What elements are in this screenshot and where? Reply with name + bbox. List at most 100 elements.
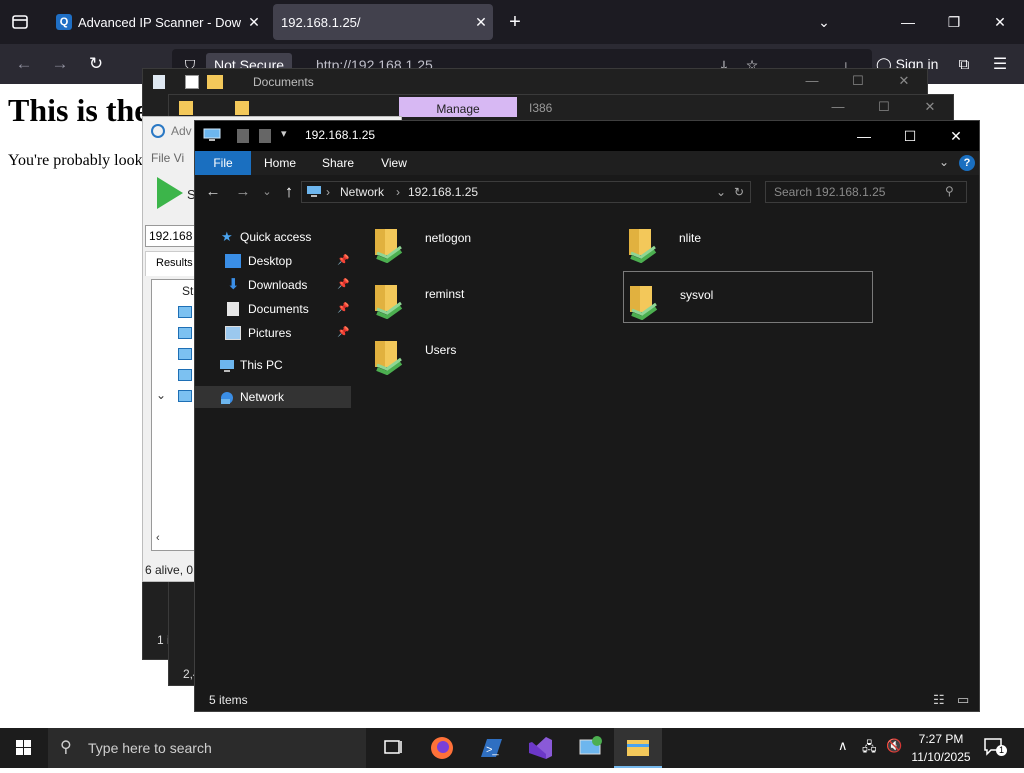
scan-button[interactable] <box>149 173 191 213</box>
taskbar-search[interactable]: ⚲ Type here to search <box>48 728 366 768</box>
new-folder-icon[interactable] <box>259 129 271 143</box>
address-box[interactable]: › Network › 192.168.1.25 ⌄ ↻ <box>301 181 751 203</box>
explorer-window[interactable]: ▾ 192.168.1.25 — ☐ ✕ File Home Share Vie… <box>194 120 980 712</box>
notification-center-icon[interactable]: 1 <box>982 736 1008 758</box>
minimize-button[interactable]: — <box>885 8 931 36</box>
up-arrow-icon[interactable]: ↑ <box>279 182 299 202</box>
back-arrow-icon[interactable]: ← <box>203 182 223 202</box>
tab-view[interactable]: View <box>371 151 417 175</box>
close-button[interactable]: ✕ <box>977 8 1023 36</box>
pictures-icon <box>225 326 241 340</box>
extensions-icon[interactable]: ⧉ <box>952 53 976 77</box>
nav-item-documents[interactable]: Documents 📌 <box>195 298 351 320</box>
breadcrumb-network[interactable]: Network <box>340 185 384 199</box>
tab-192-168-1-25[interactable]: 192.168.1.25/ ✕ <box>273 4 493 40</box>
folder-item-reminst[interactable]: reminst <box>351 271 601 323</box>
folder-item-users[interactable]: Users <box>351 327 601 379</box>
minimize-button[interactable]: — <box>815 97 861 117</box>
network-scanner-icon[interactable] <box>566 728 614 768</box>
nav-item-desktop[interactable]: Desktop 📌 <box>195 250 351 272</box>
task-view-icon[interactable] <box>368 728 416 768</box>
clock[interactable]: 7:27 PM 11/10/2025 <box>906 730 976 766</box>
scanner-menu[interactable]: File Vi <box>151 151 184 165</box>
window-title: Documents <box>253 75 314 89</box>
close-button[interactable]: ✕ <box>933 121 979 151</box>
large-icons-view-icon[interactable]: ▭ <box>957 689 969 711</box>
breadcrumb-ip[interactable]: 192.168.1.25 <box>408 185 478 199</box>
shared-folder-icon <box>630 286 658 320</box>
maximize-button[interactable]: ☐ <box>835 71 881 91</box>
pin-icon[interactable]: 📌 <box>337 322 349 344</box>
chevron-down-icon[interactable]: ⌄ <box>812 10 836 34</box>
forward-arrow-icon[interactable]: → <box>233 182 253 202</box>
computer-icon <box>219 358 235 372</box>
tab-home[interactable]: Home <box>257 151 303 175</box>
pin-icon[interactable]: 📌 <box>337 250 349 272</box>
maximize-button[interactable]: ❐ <box>931 8 977 36</box>
firefox-icon[interactable] <box>418 728 466 768</box>
menu-hamburger-icon[interactable]: ☰ <box>988 53 1012 77</box>
refresh-icon[interactable]: ↻ <box>734 185 744 199</box>
network-icon <box>219 390 235 404</box>
minimize-button[interactable]: — <box>841 121 887 151</box>
tab-share[interactable]: Share <box>315 151 361 175</box>
file-explorer-icon[interactable] <box>614 728 662 768</box>
play-icon <box>157 177 183 209</box>
maximize-button[interactable]: ☐ <box>887 121 933 151</box>
network-status-icon[interactable]: 🖧 <box>862 738 877 760</box>
address-dropdown-icon[interactable]: ⌄ <box>716 185 726 199</box>
visual-studio-icon[interactable] <box>516 728 564 768</box>
minimize-button[interactable]: — <box>789 71 835 91</box>
pin-icon[interactable]: 📌 <box>337 274 349 296</box>
details-view-icon[interactable]: ☷ <box>933 689 945 711</box>
manage-tab[interactable]: Manage <box>399 97 517 117</box>
nav-item-this-pc[interactable]: This PC <box>195 354 351 376</box>
expand-chevron-icon[interactable]: ⌄ <box>156 388 166 402</box>
pin-icon[interactable]: 📌 <box>337 298 349 320</box>
title-bar[interactable]: ▾ 192.168.1.25 — ☐ ✕ <box>195 121 979 151</box>
maximize-button[interactable]: ☐ <box>861 97 907 117</box>
show-hidden-icons-icon[interactable]: ∧ <box>838 738 848 754</box>
item-count: 5 items <box>209 693 248 707</box>
address-bar-row: ← → ⌄ ↑ › Network › 192.168.1.25 ⌄ ↻ Sea… <box>195 175 979 209</box>
download-icon: ⬇ <box>227 276 240 293</box>
forward-arrow-icon[interactable]: → <box>48 52 72 76</box>
search-input[interactable]: Search 192.168.1.25 <box>765 181 967 203</box>
new-tab-button[interactable]: + <box>503 10 527 34</box>
nav-item-downloads[interactable]: ⬇ Downloads 📌 <box>195 274 351 296</box>
close-tab-icon[interactable]: ✕ <box>469 14 493 31</box>
scroll-left-icon[interactable]: ‹ <box>156 532 160 544</box>
reload-icon[interactable]: ↻ <box>84 52 108 76</box>
nav-item-quick-access[interactable]: ★ Quick access <box>195 226 351 248</box>
folder-item-sysvol[interactable]: sysvol <box>623 271 873 323</box>
tab-advanced-ip-scanner[interactable]: Q Advanced IP Scanner - Download ✕ <box>44 4 266 40</box>
volume-muted-icon[interactable]: 🔇 <box>886 738 902 754</box>
start-button[interactable] <box>0 728 48 768</box>
help-icon[interactable]: ? <box>959 155 975 171</box>
taskbar: ⚲ Type here to search >_ ∧ 🖧 🔇 7:27 PM 1… <box>0 728 1024 768</box>
powershell-icon[interactable]: >_ <box>467 728 515 768</box>
folder-item-nlite[interactable]: nlite <box>605 215 855 267</box>
close-button[interactable]: ✕ <box>907 97 953 117</box>
expand-ribbon-icon[interactable]: ⌄ <box>939 155 949 169</box>
close-button[interactable]: ✕ <box>881 71 927 91</box>
svg-text:>_: >_ <box>486 744 499 756</box>
folder-item-netlogon[interactable]: netlogon <box>351 215 601 267</box>
folder-name: netlogon <box>425 231 472 245</box>
nav-label: Documents <box>248 302 309 316</box>
nav-item-network[interactable]: Network <box>195 386 351 408</box>
computer-icon <box>178 327 192 339</box>
quick-access-dropdown-icon[interactable]: ▾ <box>281 127 287 140</box>
tab-overview-icon[interactable] <box>8 10 32 34</box>
network-icon <box>306 185 322 198</box>
nav-item-pictures[interactable]: Pictures 📌 <box>195 322 351 344</box>
close-tab-icon[interactable]: ✕ <box>242 14 266 31</box>
nav-label: Downloads <box>248 278 308 292</box>
recent-locations-icon[interactable]: ⌄ <box>257 182 277 202</box>
back-arrow-icon[interactable]: ← <box>12 52 36 76</box>
shared-folder-icon <box>375 341 403 375</box>
tab-file[interactable]: File <box>195 151 251 175</box>
properties-icon[interactable] <box>237 129 249 143</box>
shared-folder-icon <box>375 285 403 319</box>
search-icon[interactable]: ⚲ <box>945 184 954 198</box>
